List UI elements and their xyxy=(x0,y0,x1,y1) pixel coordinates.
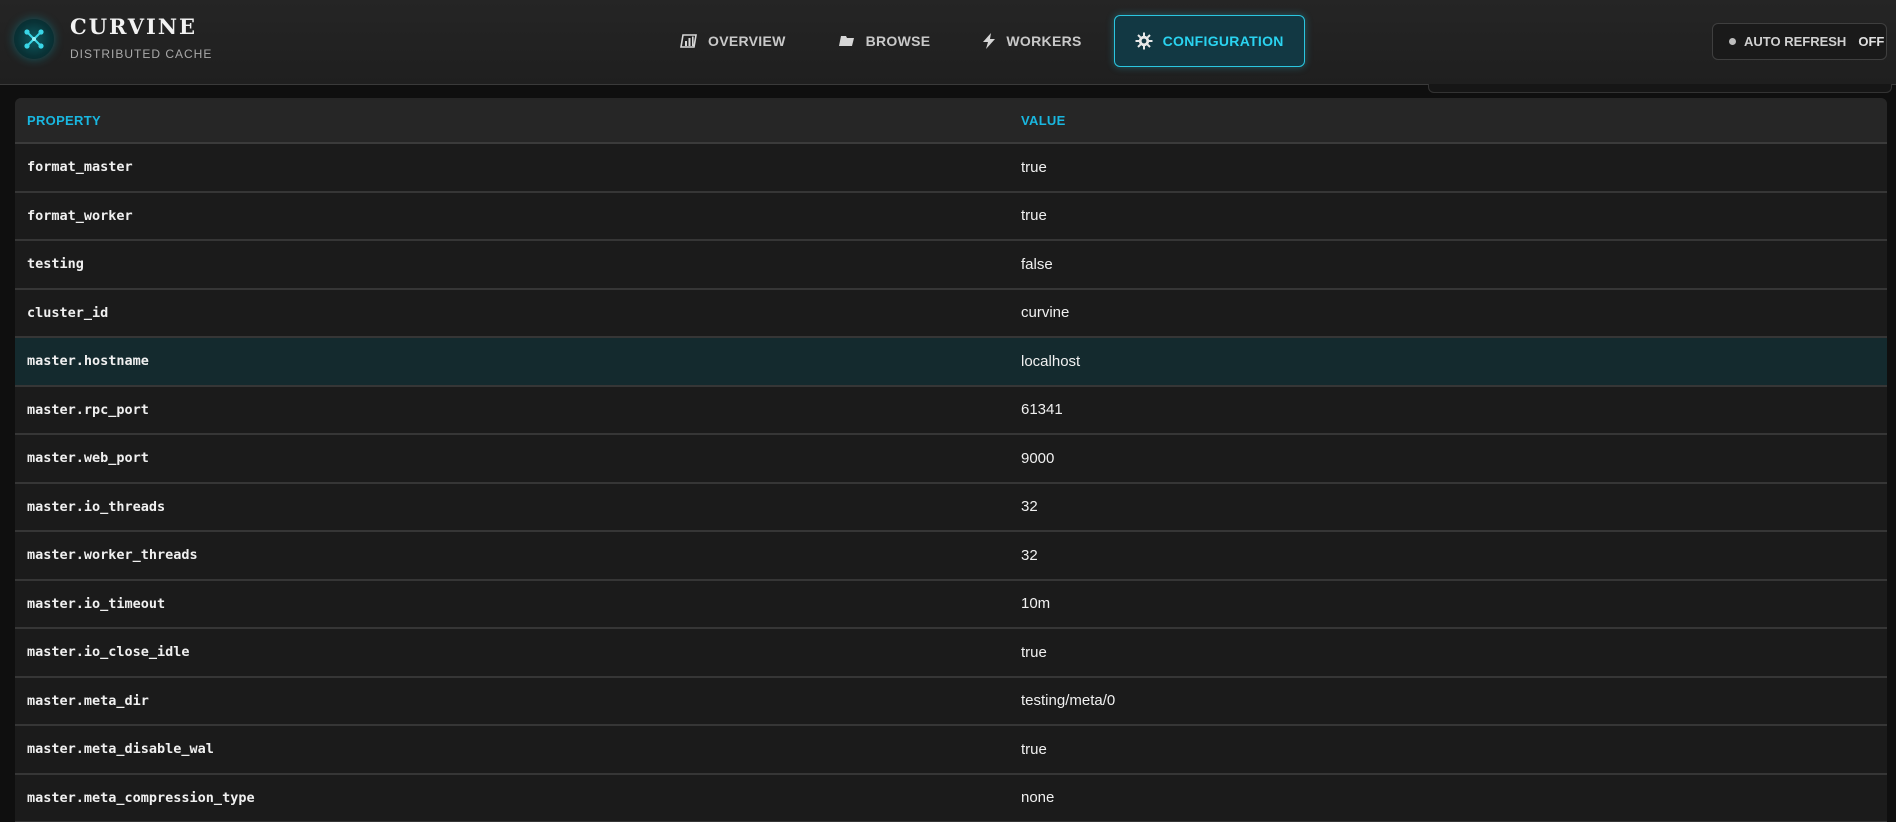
value-cell: 32 xyxy=(1021,498,1038,516)
chart-bars-icon xyxy=(680,33,698,49)
value-cell: 10m xyxy=(1021,595,1051,613)
table-row[interactable]: cluster_id curvine xyxy=(15,289,1887,337)
table-header-row: PROPERTY VALUE xyxy=(15,98,1887,144)
property-cell: format_master xyxy=(27,159,133,176)
property-cell: master.io_close_idle xyxy=(27,644,190,661)
auto-refresh-state: OFF xyxy=(1858,34,1885,49)
table-row[interactable]: master.meta_disable_wal true xyxy=(15,725,1887,774)
table-row[interactable]: testing false xyxy=(15,240,1887,289)
table-row[interactable]: format_worker true xyxy=(15,192,1887,240)
property-cell: master.rpc_port xyxy=(27,401,149,418)
lightning-icon xyxy=(982,33,996,49)
value-cell: localhost xyxy=(1021,352,1081,370)
column-header-value[interactable]: VALUE xyxy=(1009,98,1887,144)
property-cell: master.meta_compression_type xyxy=(27,789,255,806)
table-row[interactable]: master.rpc_port 61341 xyxy=(15,386,1887,434)
auto-refresh-label: AUTO REFRESH xyxy=(1744,34,1847,49)
property-cell: master.worker_threads xyxy=(27,547,198,564)
tab-browse-label: BROWSE xyxy=(865,33,931,49)
value-cell: false xyxy=(1021,255,1053,273)
table-row[interactable]: master.meta_compression_type none xyxy=(15,774,1887,822)
value-cell: curvine xyxy=(1021,304,1070,322)
value-cell: 9000 xyxy=(1021,449,1055,467)
folder-icon xyxy=(838,34,856,48)
property-cell: master.hostname xyxy=(27,353,149,370)
table-row[interactable]: format_master true xyxy=(15,143,1887,192)
tab-configuration[interactable]: CONFIGURATION xyxy=(1113,15,1305,67)
status-dot-icon xyxy=(1729,38,1736,45)
auto-refresh-toggle[interactable]: AUTO REFRESH OFF xyxy=(1712,23,1887,60)
tab-configuration-label: CONFIGURATION xyxy=(1162,33,1284,49)
table-row[interactable]: master.meta_dir testing/meta/0 xyxy=(15,677,1887,725)
network-node-icon xyxy=(14,19,54,59)
gear-icon xyxy=(1135,32,1153,50)
value-cell: true xyxy=(1021,207,1047,225)
table-row[interactable]: master.io_timeout 10m xyxy=(15,580,1887,628)
table-row[interactable]: master.io_close_idle true xyxy=(15,628,1887,677)
top-navigation-bar: CURVINE DISTRIBUTED CACHE OVERVIEW BROWS… xyxy=(0,0,1896,85)
property-cell: master.io_threads xyxy=(27,498,166,515)
tab-browse[interactable]: BROWSE xyxy=(818,15,951,67)
column-header-property[interactable]: PROPERTY xyxy=(15,98,1009,144)
configuration-table: PROPERTY VALUE format_master true format_w… xyxy=(15,98,1887,822)
table-row[interactable]: master.web_port 9000 xyxy=(15,434,1887,483)
value-cell: testing/meta/0 xyxy=(1021,692,1116,710)
brand-subtitle: DISTRIBUTED CACHE xyxy=(70,47,213,61)
value-cell: 32 xyxy=(1021,546,1038,564)
brand-name: CURVINE xyxy=(70,14,198,39)
property-cell: format_worker xyxy=(27,207,133,224)
tab-workers-label: WORKERS xyxy=(1006,33,1082,49)
value-cell: true xyxy=(1021,158,1047,176)
tab-overview-label: OVERVIEW xyxy=(708,33,786,49)
table-row[interactable]: master.io_threads 32 xyxy=(15,483,1887,531)
property-cell: cluster_id xyxy=(27,304,109,321)
main-nav: OVERVIEW BROWSE WORKERS CONFIGURATION xyxy=(660,15,1317,67)
value-cell: none xyxy=(1021,789,1055,807)
value-cell: 61341 xyxy=(1021,401,1063,419)
value-cell: true xyxy=(1021,740,1047,758)
table-row[interactable]: master.worker_threads 32 xyxy=(15,531,1887,580)
property-cell: master.io_timeout xyxy=(27,595,166,612)
brand[interactable]: CURVINE DISTRIBUTED CACHE xyxy=(14,14,213,61)
tab-workers[interactable]: WORKERS xyxy=(962,15,1101,67)
property-cell: master.web_port xyxy=(27,450,149,467)
tab-overview[interactable]: OVERVIEW xyxy=(660,15,806,67)
value-cell: true xyxy=(1021,643,1047,661)
property-cell: master.meta_dir xyxy=(27,692,149,709)
table-row[interactable]: master.hostname localhost xyxy=(15,337,1887,386)
property-cell: testing xyxy=(27,256,84,273)
overlay-panel-edge xyxy=(1428,84,1892,93)
property-cell: master.meta_disable_wal xyxy=(27,741,214,758)
